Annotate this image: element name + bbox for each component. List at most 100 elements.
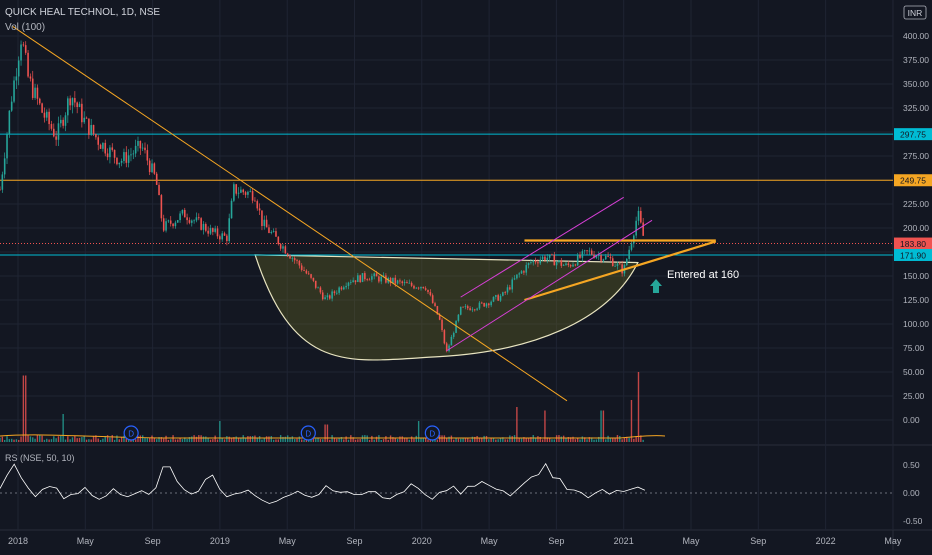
candle-body: [251, 191, 254, 201]
volume-bar: [226, 436, 228, 442]
candle-body: [167, 220, 170, 222]
time-tick-label: May: [682, 536, 700, 546]
candle-body: [132, 153, 135, 155]
volume-bar: [499, 438, 502, 442]
candle-body: [151, 163, 153, 173]
dividend-marker-label: D: [305, 430, 311, 439]
volume-bar: [263, 438, 265, 442]
volume-bar: [6, 436, 8, 442]
volume-bar: [476, 435, 478, 442]
price-tick-label: 350.00: [903, 79, 929, 89]
volume-bar: [460, 438, 462, 442]
volume-indicator-label[interactable]: Vol (100): [5, 22, 45, 33]
candle-body: [176, 220, 179, 223]
candle-body: [162, 218, 165, 231]
entry-note: Entered at 160: [667, 269, 739, 281]
volume-bar: [541, 439, 544, 442]
candle-body: [233, 184, 235, 201]
candle-body: [600, 255, 602, 261]
candle-body: [27, 52, 29, 77]
volume-bar: [303, 439, 305, 442]
volume-bar: [495, 439, 497, 442]
candle-body: [403, 282, 406, 284]
volume-bar: [317, 438, 319, 442]
candle-body: [378, 276, 380, 282]
candle-body: [45, 111, 48, 118]
volume-bar: [408, 439, 410, 442]
candle-body: [247, 191, 249, 195]
candle-body: [516, 274, 518, 279]
time-tick-label: 2018: [8, 536, 28, 546]
volume-bar: [441, 435, 443, 442]
volume-bar: [46, 438, 48, 442]
volume-bar: [457, 438, 460, 442]
price-tick-label: 100.00: [903, 319, 929, 329]
candle-body: [284, 246, 287, 254]
candle-body: [155, 173, 158, 185]
currency-badge-label: INR: [908, 8, 923, 18]
candle-body: [1, 174, 4, 190]
candle-body: [583, 250, 586, 252]
trading-chart[interactable]: DDD 400.00375.00350.00325.00300.00275.00…: [0, 0, 932, 550]
volume-bar: [242, 435, 244, 442]
candle-body: [328, 295, 331, 299]
volume-bar: [315, 438, 317, 442]
volume-bar: [621, 439, 623, 442]
volume-bar: [574, 439, 577, 442]
candle-body: [22, 44, 25, 46]
symbol-title[interactable]: QUICK HEAL TECHNOL, 1D, NSE: [5, 7, 160, 18]
candle-body: [303, 269, 305, 271]
volume-bar: [544, 410, 546, 442]
candle-body: [312, 277, 315, 281]
candle-body: [485, 303, 488, 307]
volume-bar: [483, 435, 485, 442]
volume-bar: [247, 436, 249, 442]
candle-body: [307, 273, 310, 275]
volume-bar: [623, 437, 626, 442]
candle-body: [137, 140, 139, 146]
candle-body: [506, 287, 509, 293]
candle-body: [604, 256, 607, 260]
price-level-value: 249.75: [900, 176, 926, 186]
volume-bar: [635, 436, 637, 442]
candle-body: [97, 137, 100, 145]
candle-body: [642, 222, 644, 236]
candle-body: [375, 273, 378, 277]
time-tick-label: May: [77, 536, 95, 546]
candle-body: [120, 160, 123, 163]
candle-body: [144, 147, 146, 151]
volume-bar: [506, 439, 509, 442]
candle-body: [527, 262, 530, 266]
time-tick-label: 2021: [614, 536, 634, 546]
volume-bar: [616, 435, 619, 442]
candle-body: [502, 292, 504, 296]
candle-body: [544, 256, 546, 261]
volume-bar: [446, 437, 448, 442]
volume-bar: [359, 439, 361, 442]
volume-bar: [551, 439, 553, 442]
volume-bar: [170, 439, 172, 442]
volume-bar: [8, 439, 11, 442]
volume-bar: [560, 436, 563, 442]
candle-body: [406, 282, 408, 284]
candle-body: [488, 303, 490, 306]
candle-body: [361, 273, 364, 282]
candle-body: [586, 250, 588, 252]
volume-bar: [373, 439, 375, 442]
candle-body: [279, 244, 282, 249]
rsi-indicator-label[interactable]: RS (NSE, 50, 10): [5, 453, 75, 463]
candle-body: [57, 123, 60, 140]
candle-body: [555, 262, 558, 266]
candle-body: [511, 279, 513, 290]
candle-body: [371, 276, 373, 280]
volume-bar: [462, 437, 464, 442]
volume-bar: [191, 436, 193, 442]
candle-body: [249, 191, 252, 192]
candle-body: [146, 150, 149, 161]
volume-bar: [593, 439, 595, 442]
candle-body: [172, 223, 174, 227]
volume-bar: [642, 439, 644, 442]
candle-body: [448, 345, 450, 352]
candle-body: [357, 275, 359, 283]
time-tick-label: 2020: [412, 536, 432, 546]
